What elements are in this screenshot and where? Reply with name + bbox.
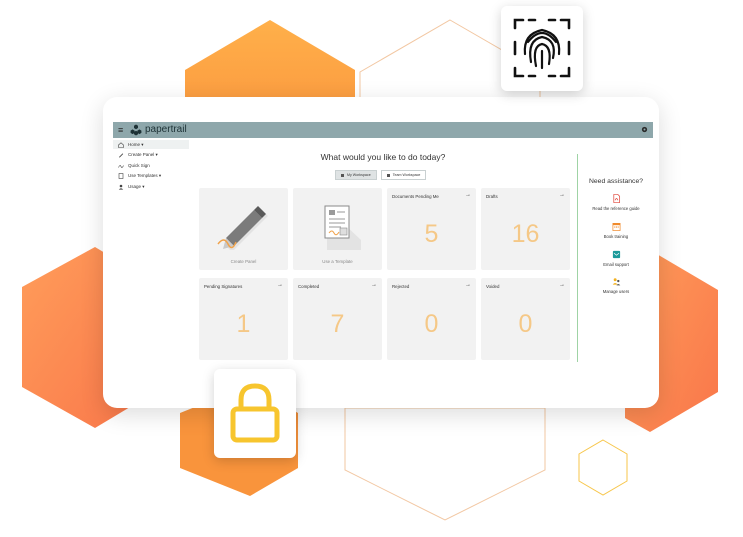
fingerprint-icon (513, 18, 571, 78)
documents-pending-me-tile[interactable]: Documents Pending Me → 5 (387, 188, 476, 270)
arrow-right-icon[interactable]: → (465, 282, 471, 288)
top-bar: ≡ papertrail (113, 122, 653, 138)
tile-count: 16 (511, 220, 540, 248)
tile-count: 5 (424, 220, 439, 248)
users-icon (386, 173, 390, 177)
pending-signatures-tile[interactable]: Pending Signatures → 1 (199, 278, 288, 360)
tile-caption: Use a Template (322, 259, 353, 264)
sidebar-item-label: Usage ▾ (128, 183, 145, 189)
pen-icon (217, 206, 268, 250)
pen-icon (119, 153, 124, 158)
template-icon (118, 173, 124, 179)
tile-label: Completed (298, 284, 320, 289)
manage-users-link[interactable]: Manage users (583, 277, 649, 294)
tile-count: 0 (518, 310, 533, 338)
tile-count: 7 (330, 310, 345, 338)
sidebar-item-label: Home ▾ (128, 141, 144, 147)
team-workspace-button[interactable]: Team Workspace (380, 170, 427, 180)
assistance-divider (577, 154, 578, 362)
sidebar-item-home[interactable]: Home ▾ (113, 140, 189, 149)
book-training-link[interactable]: Book training (583, 222, 649, 239)
tile-caption: Create Panel (230, 259, 257, 264)
sidebar-item-use-templates[interactable]: Use Templates ▾ (113, 172, 189, 181)
sidebar-item-create-panel[interactable]: Create Panel ▾ (113, 151, 189, 160)
tile-label: Rejected (392, 284, 410, 289)
arrow-right-icon[interactable]: → (371, 282, 377, 288)
sidebar-item-label: Use Templates ▾ (128, 173, 162, 178)
menu-icon[interactable]: ≡ (118, 125, 123, 135)
workspace-label: Team Workspace (392, 173, 421, 177)
sidebar-item-quick-sign[interactable]: Quick Sign (113, 161, 189, 170)
arrow-right-icon[interactable]: → (559, 192, 565, 198)
sign-icon (118, 164, 124, 168)
tile-label: Documents Pending Me (392, 194, 439, 199)
assistance-label: Book training (603, 234, 629, 239)
papertrail-logo-icon (130, 124, 142, 136)
calendar-icon (612, 222, 620, 231)
assistance-label: Manage users (602, 289, 630, 294)
home-icon (118, 141, 124, 148)
tile-label: Voided (486, 284, 500, 289)
sidebar: Home ▾ Create Panel ▾ Quick Sign Use Tem… (113, 140, 189, 193)
assistance-title: Need assistance? (588, 178, 644, 185)
voided-tile[interactable]: Voided → 0 (481, 278, 570, 360)
my-workspace-button[interactable]: My Workspace (335, 170, 377, 180)
settings-icon[interactable] (641, 126, 648, 133)
arrow-right-icon[interactable]: → (559, 282, 565, 288)
workspace-switcher: My Workspace Team Workspace (335, 170, 427, 180)
lock-icon (230, 383, 280, 443)
pdf-icon (612, 194, 620, 203)
page-title: What would you like to do today? (320, 152, 446, 162)
fingerprint-badge (501, 6, 583, 91)
app-name: papertrail (145, 124, 187, 135)
email-support-link[interactable]: Email support (583, 250, 649, 267)
user-icon (118, 184, 124, 190)
tile-label: Drafts (486, 194, 498, 199)
hexagon-outline-bottom (344, 407, 546, 521)
document-icon (324, 205, 361, 250)
app-window: ≡ papertrail Home ▾ Create Panel ▾ Quick (113, 122, 653, 368)
reference-guide-link[interactable]: Read the reference guide (583, 194, 649, 211)
sidebar-item-label: Create Panel ▾ (128, 152, 158, 157)
tile-label: Pending Signatures (204, 284, 243, 289)
tile-count: 0 (424, 310, 439, 338)
assistance-label: Read the reference guide (592, 206, 640, 211)
create-panel-tile[interactable]: Create Panel (199, 188, 288, 270)
assistance-label: Email support (603, 262, 629, 267)
sidebar-item-label: Quick Sign (128, 163, 150, 168)
user-icon (341, 173, 344, 177)
arrow-right-icon[interactable]: → (465, 192, 471, 198)
email-icon (612, 250, 620, 259)
hexagon-outline-small (578, 439, 628, 496)
completed-tile[interactable]: Completed → 7 (293, 278, 382, 360)
tile-count: 1 (236, 310, 251, 338)
lock-badge (214, 369, 296, 458)
users-icon (612, 278, 620, 286)
sidebar-item-usage[interactable]: Usage ▾ (113, 182, 189, 191)
workspace-label: My Workspace (347, 173, 371, 177)
rejected-tile[interactable]: Rejected → 0 (387, 278, 476, 360)
arrow-right-icon[interactable]: → (277, 282, 283, 288)
use-template-tile[interactable]: Use a Template (293, 188, 382, 270)
drafts-tile[interactable]: Drafts → 16 (481, 188, 570, 270)
